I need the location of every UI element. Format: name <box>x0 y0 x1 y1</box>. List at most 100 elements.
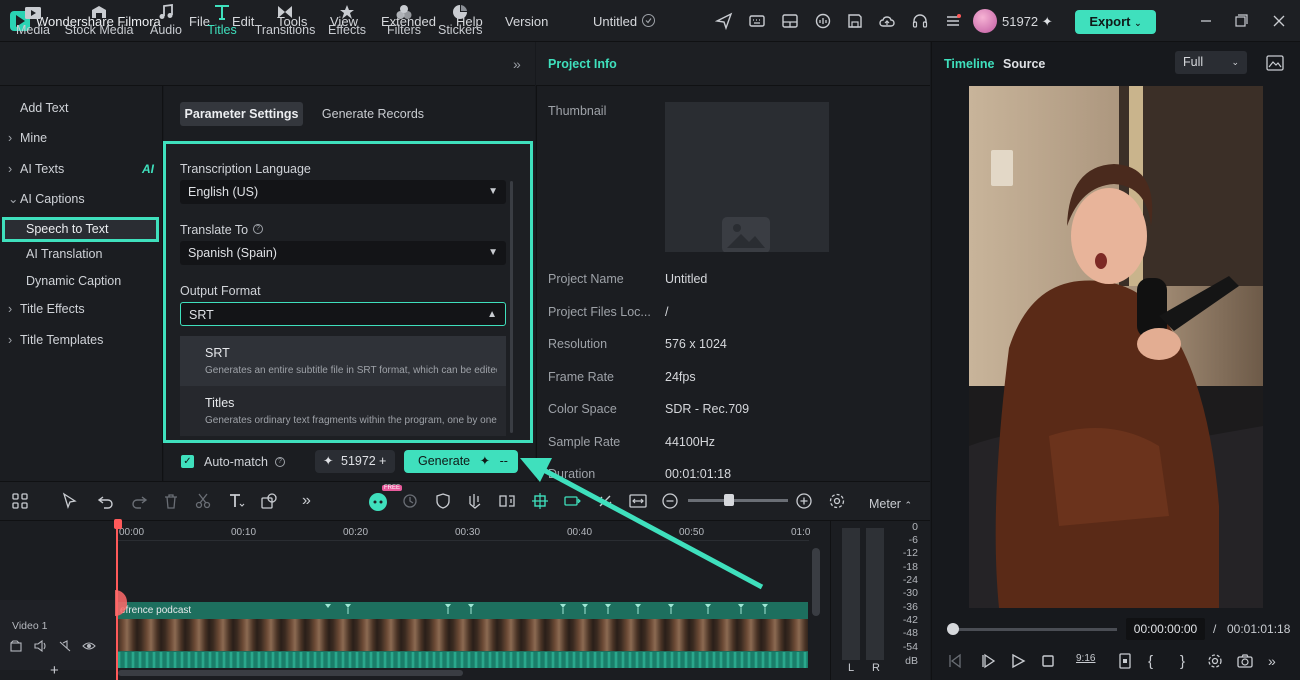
tab-parameter-settings[interactable]: Parameter Settings <box>180 102 303 126</box>
info-value-project-name: Untitled <box>665 272 708 286</box>
mark-out-icon[interactable]: } <box>1180 653 1196 670</box>
layout-icon[interactable] <box>781 12 799 30</box>
sidebar-item-speech-to-text[interactable]: Speech to Text <box>0 218 163 240</box>
meter-toggle[interactable]: Meter ⌃ <box>869 497 912 511</box>
more-controls-icon[interactable]: » <box>1268 653 1284 669</box>
tab-stickers[interactable]: Stickers <box>438 4 482 37</box>
zoom-in-icon[interactable] <box>795 492 813 510</box>
eye-visibility-icon[interactable] <box>82 640 96 652</box>
menu-version[interactable]: Version <box>505 14 548 29</box>
maximize-icon[interactable] <box>1232 12 1250 30</box>
tab-generate-records[interactable]: Generate Records <box>318 102 428 126</box>
sidebar-item-title-templates[interactable]: › Title Templates <box>0 329 163 351</box>
play-icon[interactable] <box>1010 653 1026 669</box>
db-tick: -48 <box>902 627 918 639</box>
translate-to-select[interactable]: Spanish (Spain) ▼ <box>180 241 506 265</box>
headset-icon[interactable] <box>911 12 929 30</box>
camera-icon[interactable] <box>1237 653 1253 669</box>
auto-reframe-icon[interactable] <box>401 492 419 510</box>
sidebar-item-dynamic-caption[interactable]: Dynamic Caption <box>0 270 163 292</box>
shield-icon[interactable] <box>434 492 452 510</box>
undo-icon[interactable] <box>97 492 115 510</box>
snapshot-icon[interactable] <box>1266 55 1284 71</box>
panel-scrollbar[interactable] <box>510 181 513 433</box>
preview-zoom-select[interactable]: Full ⌄ <box>1175 51 1247 74</box>
user-avatar[interactable] <box>973 9 997 33</box>
send-icon[interactable] <box>715 12 733 30</box>
sidebar-item-ai-texts[interactable]: › AI Texts <box>0 158 163 180</box>
delete-icon[interactable] <box>162 492 180 510</box>
meter-bar-left <box>842 528 860 660</box>
preview-scrub-handle[interactable] <box>947 623 959 635</box>
timeline-horizontal-scrollbar[interactable] <box>118 670 463 676</box>
transcription-language-select[interactable]: English (US) ▼ <box>180 180 506 204</box>
option-title: SRT <box>205 346 230 360</box>
sidebar-item-ai-captions[interactable]: ⌄ AI Captions <box>0 188 163 210</box>
tab-audio[interactable]: Audio <box>146 4 186 37</box>
sidebar-item-add-text[interactable]: Add Text <box>0 97 163 119</box>
aspect-ratio-icon[interactable]: 9:16 <box>1076 653 1096 669</box>
step-back-icon[interactable] <box>980 653 996 669</box>
audio-mute-icon[interactable] <box>58 640 72 652</box>
sidebar-item-mine[interactable]: › Mine <box>0 127 163 149</box>
timeline-settings-icon[interactable] <box>828 492 846 510</box>
chevron-up-icon: ▲ <box>487 309 497 320</box>
add-track-icon[interactable] <box>10 640 22 652</box>
close-icon[interactable] <box>1270 12 1288 30</box>
project-thumbnail[interactable] <box>665 102 829 252</box>
redo-icon[interactable] <box>130 492 148 510</box>
crop-shape-icon[interactable] <box>260 492 278 510</box>
info-icon[interactable]: ? <box>253 224 263 234</box>
playhead-handle[interactable] <box>114 519 122 529</box>
chevron-right-icon: › <box>8 131 13 145</box>
effects-icon <box>338 4 356 20</box>
more-tabs-icon[interactable]: » <box>513 56 521 72</box>
tab-titles[interactable]: Titles <box>202 4 242 37</box>
preview-tab-timeline[interactable]: Timeline <box>944 57 994 71</box>
current-timecode[interactable]: 00:00:00:00 <box>1126 618 1205 640</box>
audio-sync-icon[interactable] <box>814 12 832 30</box>
preview-tab-source[interactable]: Source <box>1003 57 1045 71</box>
output-format-select[interactable]: SRT ▲ <box>180 302 506 326</box>
export-button[interactable]: Export ⌄ <box>1075 10 1156 34</box>
credits-count[interactable]: 51972 ✦ <box>1002 14 1053 30</box>
stop-icon[interactable] <box>1040 653 1056 669</box>
save-icon[interactable] <box>846 12 864 30</box>
previous-frame-icon[interactable] <box>947 653 963 669</box>
info-icon[interactable]: ? <box>275 457 285 467</box>
sidebar-item-ai-translation[interactable]: AI Translation <box>0 243 163 265</box>
audio-beat-icon[interactable] <box>466 492 484 510</box>
preview-scrub-bar[interactable] <box>952 628 1117 631</box>
tab-transitions[interactable]: Transitions <box>254 4 316 37</box>
volume-icon[interactable] <box>34 640 48 652</box>
chevron-right-icon: › <box>8 302 13 316</box>
titles-icon <box>213 4 231 20</box>
ai-assistant-icon[interactable] <box>368 492 387 511</box>
more-tools-icon[interactable]: » <box>302 492 320 510</box>
text-tool-icon[interactable] <box>227 492 245 510</box>
minimize-icon[interactable] <box>1197 12 1215 30</box>
chevron-up-icon: ⌃ <box>904 500 912 510</box>
sidebar-item-title-effects[interactable]: › Title Effects <box>0 298 163 320</box>
auto-match-checkbox[interactable]: ✓ <box>181 455 194 468</box>
chevron-down-icon: ⌄ <box>1231 57 1239 67</box>
tab-stock-media[interactable]: Stock Media <box>64 4 134 37</box>
add-track-plus-icon[interactable]: + <box>50 662 59 679</box>
settings-gear-icon[interactable] <box>1207 653 1223 669</box>
option-srt[interactable]: SRT Generates an entire subtitle file in… <box>180 336 506 386</box>
video-preview-frame[interactable] <box>969 86 1263 608</box>
tab-filters[interactable]: Filters <box>384 4 424 37</box>
split-scissors-icon[interactable] <box>194 492 212 510</box>
cloud-upload-icon[interactable] <box>878 12 896 30</box>
info-value-frame-rate: 24fps <box>665 370 696 384</box>
tab-effects[interactable]: Effects <box>326 4 368 37</box>
option-titles[interactable]: Titles Generates ordinary text fragments… <box>180 386 506 436</box>
mark-in-icon[interactable]: { <box>1148 653 1164 670</box>
tab-media[interactable]: Media <box>12 4 54 37</box>
select-cursor-icon[interactable] <box>61 492 79 510</box>
hamburger-menu-icon[interactable] <box>944 12 962 30</box>
grid-layout-icon[interactable] <box>11 492 29 510</box>
timeline-vertical-scrollbar[interactable] <box>812 548 820 616</box>
mark-clip-icon[interactable] <box>1117 653 1133 669</box>
keyboard-icon[interactable] <box>748 12 766 30</box>
